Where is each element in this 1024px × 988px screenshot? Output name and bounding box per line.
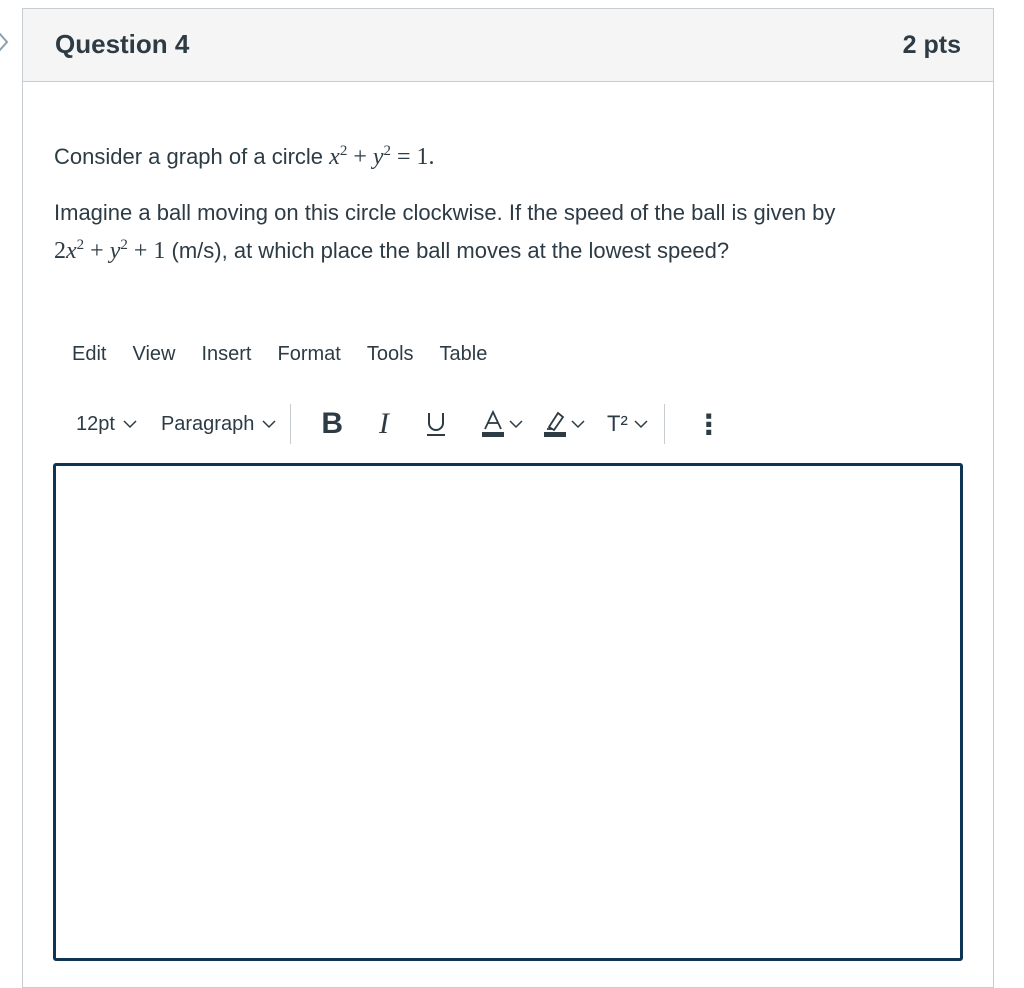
- math-equals: = 1.: [397, 144, 435, 170]
- math-y: y: [372, 144, 384, 170]
- underline-button[interactable]: [425, 410, 447, 438]
- question-title: Question 4: [55, 29, 190, 59]
- question-line-1: Consider a graph of a circle x2 + y2 = 1…: [54, 138, 964, 176]
- math-exp: 2: [383, 143, 392, 159]
- menu-table[interactable]: Table: [440, 343, 488, 366]
- circle-equation: x2 + y2 = 1.: [329, 143, 435, 171]
- question-points: 2 pts: [902, 31, 961, 59]
- answer-editor[interactable]: [53, 463, 963, 961]
- math-exp: 2: [120, 237, 128, 253]
- chevron-right-icon[interactable]: [0, 30, 10, 54]
- speed-expression: 2x2 + y2 + 1: [54, 237, 166, 265]
- underline-icon: [427, 413, 446, 436]
- menu-format[interactable]: Format: [278, 343, 341, 366]
- italic-button[interactable]: I: [379, 407, 389, 441]
- math-y: y: [109, 238, 121, 264]
- math-exp: 2: [339, 143, 348, 159]
- menu-insert[interactable]: Insert: [201, 343, 251, 366]
- question-text: Consider a graph of a circle x2 + y2 = 1…: [54, 138, 964, 270]
- menu-view[interactable]: View: [132, 343, 175, 366]
- chevron-down-icon: [634, 420, 648, 429]
- question-line-3-text: (m/s), at which place the ball moves at …: [171, 238, 730, 263]
- toolbar-divider: [663, 404, 665, 444]
- math-plus: +: [353, 144, 367, 170]
- superscript-label: T²: [607, 411, 628, 436]
- question-line-2: Imagine a ball moving on this circle clo…: [54, 194, 964, 270]
- math-exp: 2: [76, 237, 85, 253]
- highlight-icon: [544, 411, 567, 437]
- editor-toolbar: 12pt Paragraph B I T² ⋮: [76, 402, 836, 446]
- question-line-2-text: Imagine a ball moving on this circle clo…: [54, 200, 836, 225]
- math-tail: + 1: [133, 238, 166, 264]
- highlight-color-button[interactable]: [543, 410, 585, 438]
- math-x: x: [329, 144, 340, 170]
- more-vertical-icon[interactable]: ⋮: [695, 408, 723, 441]
- math-x: x: [66, 238, 77, 264]
- menu-tools[interactable]: Tools: [367, 343, 414, 366]
- font-size-select[interactable]: 12pt: [76, 413, 137, 436]
- text-color-button[interactable]: [481, 410, 523, 438]
- block-format-value: Paragraph: [160, 412, 255, 435]
- editor-menubar: Edit View Insert Format Tools Table: [72, 343, 487, 366]
- font-size-value: 12pt: [76, 412, 115, 435]
- chevron-down-icon: [262, 420, 276, 429]
- superscript-button[interactable]: T²: [607, 411, 648, 437]
- block-format-select[interactable]: Paragraph: [161, 413, 276, 436]
- bold-button[interactable]: B: [321, 407, 343, 441]
- math-plus: +: [90, 238, 104, 264]
- text-color-icon: [482, 410, 505, 437]
- toolbar-divider: [290, 404, 292, 444]
- menu-edit[interactable]: Edit: [72, 343, 106, 366]
- math-coef: 2: [54, 238, 66, 264]
- chevron-down-icon: [571, 420, 585, 429]
- question-header: Question 4 2 pts: [23, 9, 993, 82]
- question-line-1-text: Consider a graph of a circle: [54, 144, 324, 169]
- chevron-down-icon: [509, 420, 523, 429]
- chevron-down-icon: [123, 420, 137, 429]
